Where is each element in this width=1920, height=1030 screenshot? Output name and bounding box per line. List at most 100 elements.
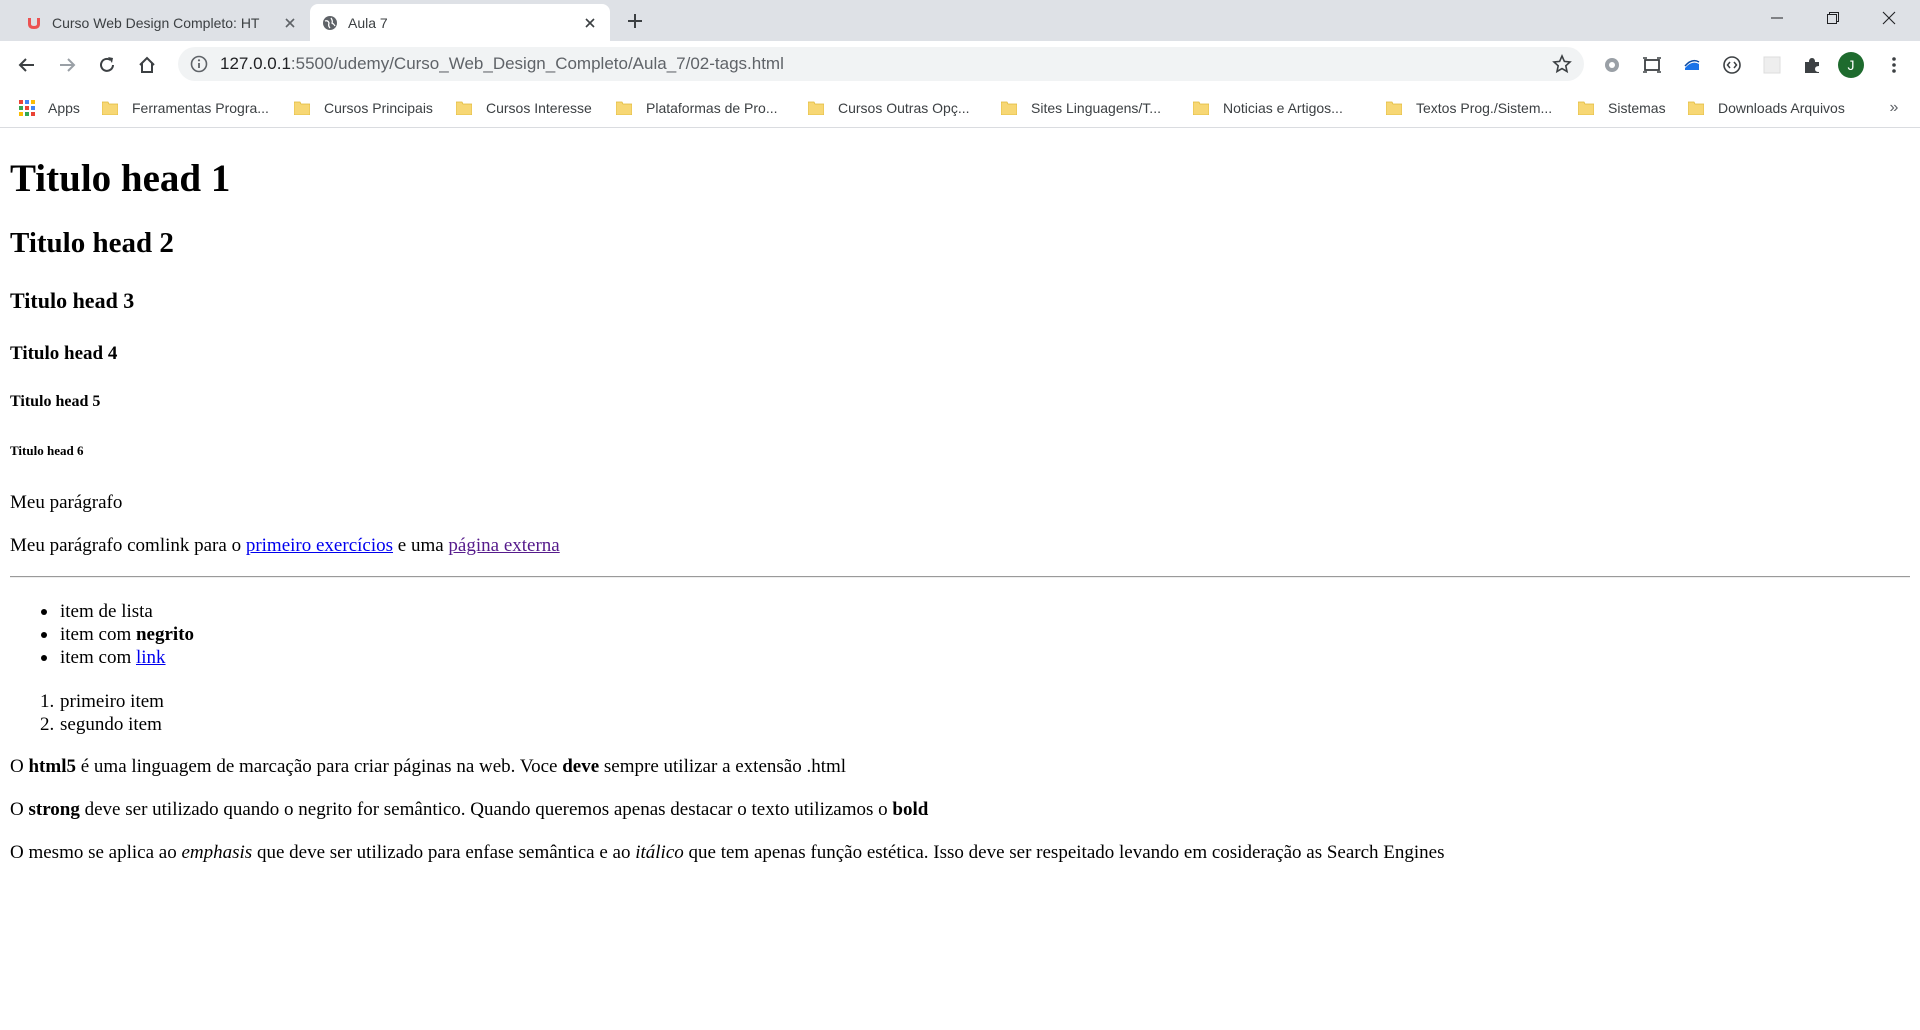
- url-text: 127.0.0.1:5500/udemy/Curso_Web_Design_Co…: [220, 54, 784, 74]
- profile-avatar[interactable]: J: [1838, 52, 1864, 78]
- arrow-left-icon: [18, 58, 34, 72]
- bookmark-label: Textos Prog./Sistem...: [1416, 100, 1553, 116]
- bookmark-label: Sistemas: [1608, 100, 1666, 116]
- bookmark-folder[interactable]: Sistemas: [1578, 96, 1666, 120]
- minimize-icon: [1771, 17, 1783, 19]
- list-item-text: item de lista: [60, 601, 153, 622]
- paragraph-text: deve ser utilizado quando o negrito for …: [79, 799, 893, 820]
- new-tab-icon[interactable]: [624, 10, 646, 32]
- restore-button[interactable]: [1810, 0, 1856, 36]
- bookmark-label: Ferramentas Progra...: [132, 100, 269, 116]
- list-item-text: item com: [60, 624, 136, 645]
- heading-4: Titulo head 4: [10, 343, 118, 364]
- page-content: Titulo head 1 Titulo head 2 Titulo head …: [0, 129, 1920, 1030]
- minimize-button[interactable]: [1754, 0, 1800, 36]
- browser-menu-button[interactable]: [1882, 53, 1906, 77]
- folder-icon: [456, 101, 472, 115]
- bookmark-apps[interactable]: Apps: [18, 96, 80, 120]
- screenshot-icon: [1643, 57, 1661, 73]
- bold-text: negrito: [135, 624, 195, 645]
- paragraph-text: O mesmo se aplica ao: [10, 842, 182, 863]
- bookmark-label: Noticias e Artigos...: [1223, 100, 1343, 116]
- more-vertical-icon: [1892, 57, 1896, 73]
- close-window-button[interactable]: [1866, 0, 1912, 36]
- close-icon: [1882, 11, 1896, 25]
- heading-2: Titulo head 2: [10, 227, 174, 259]
- bookmark-folder[interactable]: Plataformas de Pro...: [616, 96, 778, 120]
- url-host: 127.0.0.1: [220, 54, 291, 73]
- address-bar[interactable]: 127.0.0.1:5500/udemy/Curso_Web_Design_Co…: [178, 47, 1584, 81]
- globe-icon: [323, 15, 337, 30]
- bookmark-label: Sites Linguagens/T...: [1031, 100, 1161, 116]
- heading-5: Titulo head 5: [10, 393, 101, 410]
- gear-icon: [1605, 58, 1619, 72]
- extension-gear-button[interactable]: [1600, 53, 1624, 77]
- info-icon[interactable]: [190, 55, 208, 73]
- list-item: item de lista: [40, 600, 194, 623]
- close-icon[interactable]: [582, 15, 598, 31]
- code-circle-icon: [1723, 56, 1741, 74]
- paragraph-text: O: [10, 756, 29, 777]
- home-icon: [139, 56, 155, 73]
- list-item: item com negrito: [40, 623, 195, 646]
- list-item: 2. segundo item: [40, 713, 164, 736]
- udemy-icon: [28, 17, 40, 29]
- heading-1: Titulo head 1: [10, 157, 231, 200]
- heading-6: Titulo head 6: [10, 443, 84, 458]
- home-button[interactable]: [133, 51, 161, 79]
- tab-curso-web-design[interactable]: Curso Web Design Completo: HT: [14, 4, 310, 41]
- forward-button[interactable]: [53, 51, 81, 79]
- reload-button[interactable]: [93, 51, 121, 79]
- bookmark-label: Cursos Principais: [324, 100, 433, 116]
- bookmarks-overflow-button[interactable]: »: [1882, 96, 1906, 120]
- bookmark-folder[interactable]: Cursos Outras Opç...: [808, 96, 969, 120]
- bookmark-label: Cursos Outras Opç...: [838, 100, 970, 116]
- folder-icon: [102, 101, 118, 115]
- extension-code-button[interactable]: [1720, 53, 1744, 77]
- paragraph-text: é uma linguagem de marcação para criar p…: [75, 756, 563, 777]
- tab-title: Aula 7: [348, 14, 388, 31]
- bookmark-folder[interactable]: Ferramentas Progra...: [102, 96, 269, 120]
- folder-icon: [294, 101, 310, 115]
- bookmark-folder[interactable]: Noticias e Artigos...: [1193, 96, 1343, 120]
- bookmark-folder[interactable]: Textos Prog./Sistem...: [1386, 96, 1552, 120]
- link-pagina-externa[interactable]: página externa: [448, 535, 559, 556]
- ordered-list: 1. primeiro item 2. segundo item: [40, 690, 164, 736]
- wave-extension-icon: [1684, 59, 1700, 70]
- extensions-menu-button[interactable]: [1800, 53, 1824, 77]
- tab-strip: Curso Web Design Completo: HT Aula 7: [0, 0, 1920, 41]
- extension-screenshot-button[interactable]: [1640, 53, 1664, 77]
- folder-icon: [1688, 101, 1704, 115]
- extension-blank-button[interactable]: [1760, 53, 1784, 77]
- bookmark-folder[interactable]: Sites Linguagens/T...: [1001, 96, 1161, 120]
- folder-icon: [808, 101, 824, 115]
- puzzle-icon: [1805, 58, 1819, 73]
- back-button[interactable]: [13, 51, 41, 79]
- bookmark-folder[interactable]: Downloads Arquivos: [1688, 96, 1845, 120]
- paragraph-html5: O html5 é uma linguagem de marcação para…: [10, 757, 846, 776]
- list-item-text: primeiro item: [60, 691, 164, 712]
- list-item: item com link: [40, 646, 194, 669]
- paragraph-links: Meu parágrafo comlink para o primeiro ex…: [10, 536, 560, 555]
- tab-aula-7[interactable]: Aula 7: [310, 4, 610, 41]
- bold-text: deve: [562, 756, 600, 777]
- extension-blue-button[interactable]: [1680, 53, 1704, 77]
- arrow-right-icon: [60, 58, 76, 72]
- folder-icon: [1578, 101, 1594, 115]
- bookmark-label: Downloads Arquivos: [1718, 100, 1845, 116]
- folder-icon: [616, 101, 632, 115]
- url-path: :5500/udemy/Curso_Web_Design_Completo/Au…: [290, 54, 784, 73]
- blank-extension-icon: [1763, 56, 1781, 74]
- paragraph-1: Meu parágrafo: [10, 492, 123, 513]
- folder-icon: [1001, 101, 1017, 115]
- close-icon[interactable]: [282, 15, 298, 31]
- bookmark-folder[interactable]: Cursos Interesse: [456, 96, 592, 120]
- list-item-text: item com: [60, 647, 136, 668]
- browser-toolbar: 127.0.0.1:5500/udemy/Curso_Web_Design_Co…: [0, 41, 1920, 88]
- list-link[interactable]: link: [136, 647, 166, 668]
- star-icon[interactable]: [1552, 54, 1572, 74]
- paragraph-emphasis: O mesmo se aplica ao emphasis que deve s…: [10, 843, 1445, 862]
- link-primeiro-exercicios[interactable]: primeiro exercícios: [246, 535, 393, 556]
- bookmark-folder[interactable]: Cursos Principais: [294, 96, 433, 120]
- folder-icon: [1193, 101, 1209, 115]
